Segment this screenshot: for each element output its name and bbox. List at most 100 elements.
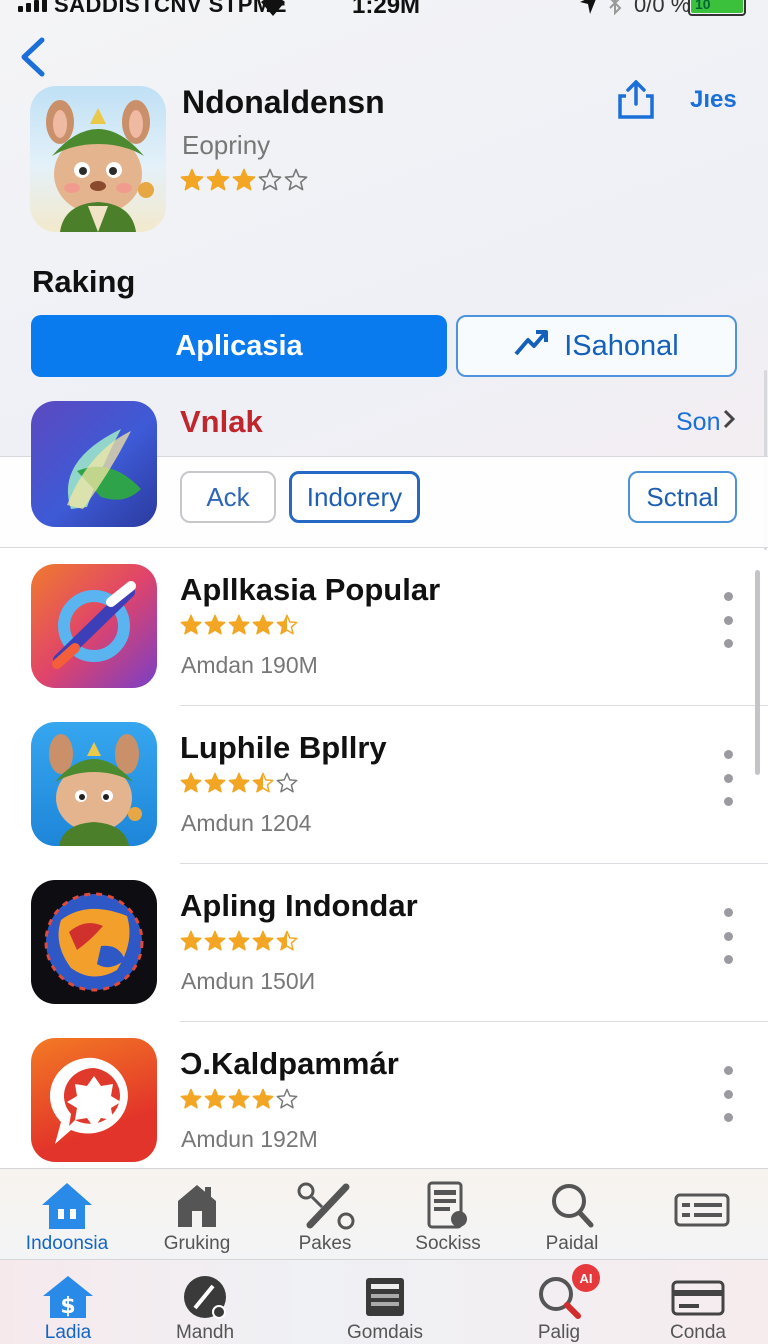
star-filled-icon — [228, 772, 250, 799]
app-name: Ɔ.Kaldpammár — [180, 1046, 399, 1081]
card-icon — [671, 1274, 725, 1320]
app-meta: Amdun 1204 — [181, 810, 312, 836]
tab-bar-primary: Indoonsia Gruking Pakes Sockiss Paidal — [0, 1168, 768, 1260]
tools-icon — [294, 1181, 356, 1231]
trending-up-icon — [514, 328, 550, 364]
chevron-right-icon — [722, 408, 736, 437]
tab-sockiss[interactable]: Sockiss — [410, 1181, 486, 1255]
tab-indoonsia[interactable]: Indoonsia — [24, 1181, 110, 1255]
tab-gomdais[interactable]: Gomdais — [344, 1274, 426, 1344]
star-filled-icon — [252, 1088, 274, 1115]
home-icon — [40, 1181, 94, 1231]
star-half-icon — [276, 930, 298, 957]
wifi-icon — [258, 0, 288, 24]
list-item[interactable]: Apllkasia Popular Amdan 190M — [0, 548, 768, 706]
section-title: Raking — [32, 264, 136, 299]
app-rating-stars — [180, 614, 298, 641]
location-icon — [578, 0, 600, 22]
chip-ack[interactable]: Ack — [180, 471, 276, 523]
globe-app-icon — [31, 880, 157, 1004]
star-empty-icon — [284, 168, 308, 197]
battery-icon: 10 — [688, 0, 746, 16]
status-time: 1:29M — [352, 0, 421, 19]
more-options-icon[interactable] — [715, 908, 741, 964]
star-filled-icon — [204, 772, 226, 799]
tab-mandh[interactable]: Mandh — [172, 1274, 238, 1344]
tab-label: Ladia — [44, 1322, 92, 1343]
app-name: Luphile Bpllry — [180, 730, 387, 765]
app-rating-stars — [180, 168, 308, 197]
scrollbar-thumb[interactable] — [755, 570, 760, 775]
battery-percent: 0/0 % — [634, 0, 691, 17]
grid-card-icon — [364, 1274, 406, 1320]
star-filled-icon — [204, 1088, 226, 1115]
featured-see-all-link[interactable]: Son — [676, 408, 736, 437]
star-filled-icon — [180, 772, 202, 799]
bluetooth-icon — [606, 0, 624, 22]
carrier-name: SADDISTCNV STPME — [54, 0, 287, 17]
tab-list[interactable] — [672, 1193, 732, 1227]
tab-ladia[interactable]: $ Ladia — [36, 1274, 100, 1344]
list-item[interactable]: Ɔ.Kaldpammár Amdun 192M — [0, 1022, 768, 1180]
star-filled-icon — [180, 1088, 202, 1115]
tab-label: Sockiss — [415, 1233, 481, 1254]
cartoon-character-app-icon — [31, 722, 157, 846]
star-filled-icon — [180, 614, 202, 641]
tab-conda[interactable]: Conda — [668, 1274, 728, 1344]
abstract-k-app-icon[interactable] — [31, 401, 157, 527]
tab-label: Indoonsia — [25, 1233, 109, 1254]
star-filled-icon — [228, 930, 250, 957]
segment-secondary-label: ISahonal — [564, 329, 679, 362]
app-rating-stars — [180, 772, 298, 799]
compass-icon — [179, 1274, 231, 1320]
tab-pakes[interactable]: Pakes — [288, 1181, 362, 1255]
featured-link-label: Son — [676, 408, 721, 436]
tab-label: Gomdais — [346, 1322, 424, 1343]
chat-gear-app-icon — [31, 1038, 157, 1162]
tab-bar-secondary: $ Ladia Mandh Gomdais Palig Conda — [0, 1260, 768, 1344]
star-empty-icon — [276, 772, 298, 799]
star-filled-icon — [228, 1088, 250, 1115]
house-outline-icon — [172, 1181, 222, 1231]
app-name: Apling Indondar — [180, 888, 418, 923]
segment-applications-button[interactable]: Aplicasia — [31, 315, 447, 377]
star-empty-icon — [258, 168, 282, 197]
star-filled-icon — [232, 168, 256, 197]
tab-gruking[interactable]: Gruking — [156, 1181, 238, 1255]
document-icon — [425, 1181, 471, 1231]
star-filled-icon — [206, 168, 230, 197]
star-half-icon — [252, 772, 274, 799]
tab-label: Paidal — [545, 1233, 599, 1254]
app-title: Ndonaldensn — [182, 84, 385, 120]
chip-indorery[interactable]: Indorery — [289, 471, 420, 523]
app-developer: Eopriny — [182, 130, 271, 160]
segment-national-button[interactable]: ISahonal — [456, 315, 737, 377]
more-options-icon[interactable] — [715, 1066, 741, 1122]
star-filled-icon — [204, 614, 226, 641]
list-item[interactable]: Apling Indondar Amdun 150И — [0, 864, 768, 1022]
tab-label: Conda — [670, 1322, 726, 1343]
chip-sctnal[interactable]: Sctnal — [628, 471, 737, 523]
share-icon[interactable] — [616, 79, 656, 120]
tab-label: Mandh — [175, 1322, 235, 1343]
star-filled-icon — [180, 168, 204, 197]
app-meta: Amdun 192M — [181, 1126, 318, 1152]
star-empty-icon — [276, 1088, 298, 1115]
cell-signal-icon — [18, 0, 47, 12]
more-options-icon[interactable] — [715, 750, 741, 806]
search-icon — [549, 1181, 595, 1231]
svg-text:$: $ — [60, 1294, 75, 1319]
header-link[interactable]: Jıes — [690, 86, 737, 114]
star-filled-icon — [252, 614, 274, 641]
tab-paidal[interactable]: Paidal — [536, 1181, 608, 1255]
battery-level: 10 — [691, 0, 743, 13]
tab-label: Pakes — [298, 1233, 352, 1254]
more-options-icon[interactable] — [715, 592, 741, 648]
app-name: Apllkasia Popular — [180, 572, 441, 607]
star-filled-icon — [252, 930, 274, 957]
app-meta: Amdan 190M — [181, 652, 318, 678]
list-item[interactable]: Luphile Bpllry Amdun 1204 — [0, 706, 768, 864]
app-meta: Amdun 150И — [181, 968, 316, 994]
back-chevron-icon[interactable] — [18, 36, 48, 78]
segment-primary-label: Aplicasia — [175, 329, 303, 362]
